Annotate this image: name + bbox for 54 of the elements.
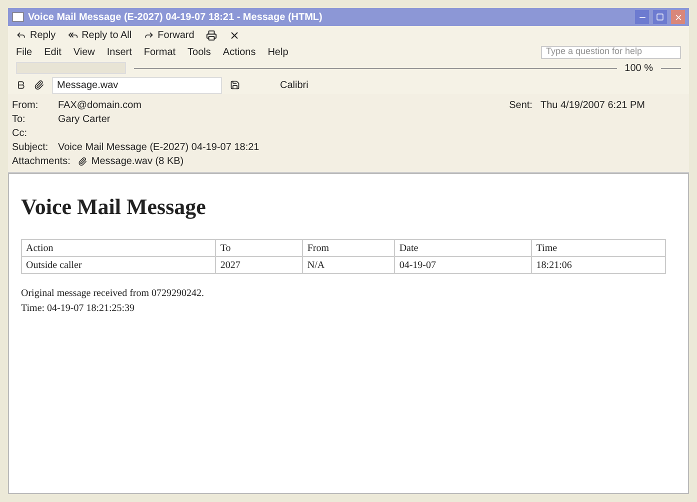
table-cell: 18:21:06 [532,256,666,274]
menu-item[interactable]: Format [144,44,176,60]
maximize-icon [656,13,664,21]
menu-item[interactable]: View [73,44,95,60]
bold-icon[interactable] [16,80,26,90]
table-cell: 04-19-07 [394,256,532,274]
attachment-link[interactable]: Message.wav (8 KB) [78,154,184,168]
header-label: To: [12,113,26,124]
header-label: From: [12,99,40,110]
header-label: Sent: [509,99,532,113]
minimize-button[interactable] [635,10,649,24]
header-value: FAX@domain.com [58,99,142,110]
delete-icon[interactable] [229,30,240,40]
forward-arrow-icon [144,30,154,40]
message-heading: Voice Mail Message [21,193,207,221]
double-reply-arrow-icon [68,30,78,40]
header-label: Subject: [12,141,50,152]
menu-item[interactable]: File [16,44,32,60]
header-value: Gary Carter [58,113,110,124]
zoom-label: 100 % [624,62,653,76]
message-text: Time: 04-19-07 18:21:25:39 [21,302,136,316]
font-dropdown[interactable]: Calibri [280,78,308,92]
print-icon[interactable] [206,30,218,40]
toolbar-button[interactable]: Reply [16,28,56,42]
attach-icon[interactable] [34,80,44,90]
close-icon [674,12,682,22]
paperclip-icon [78,156,88,166]
column-header: Action [22,240,216,256]
message-text: Original message received from 0729290242. [21,287,206,301]
column-header: From [302,240,395,256]
close-button[interactable] [671,10,685,24]
menu-item[interactable]: Edit [44,44,62,60]
menu-item[interactable]: Help [268,44,288,60]
menu-item[interactable]: Tools [188,44,211,60]
menu-item[interactable]: Insert [106,44,132,60]
column-header: To [216,240,303,256]
help-field[interactable]: Type a question for help [541,46,681,58]
column-header: Date [394,240,532,256]
menu-item[interactable]: Actions [222,44,256,60]
column-header: Time [532,240,666,256]
reply-arrow-icon [16,30,26,40]
header-value: Voice Mail Message (E-2027) 04-19-07 18:21 [58,141,260,152]
table-cell: N/A [302,256,395,274]
attachment-dropdown[interactable]: Message.wav [52,76,222,94]
table-cell: Outside caller [22,256,216,274]
header-value: Thu 4/19/2007 6:21 PM [540,99,645,113]
header-label: Attachments: [12,154,70,168]
toolbar-button[interactable]: Forward [144,28,194,42]
window-title: Voice Mail Message (E-2027) 04-19-07 18:21 - Message (HTML) [28,10,324,24]
save-icon[interactable] [230,80,240,90]
table-cell: 2027 [216,256,303,274]
toolbar-button[interactable]: Reply to All [68,28,132,42]
maximize-button[interactable] [653,10,667,24]
header-label: Cc: [12,127,28,138]
